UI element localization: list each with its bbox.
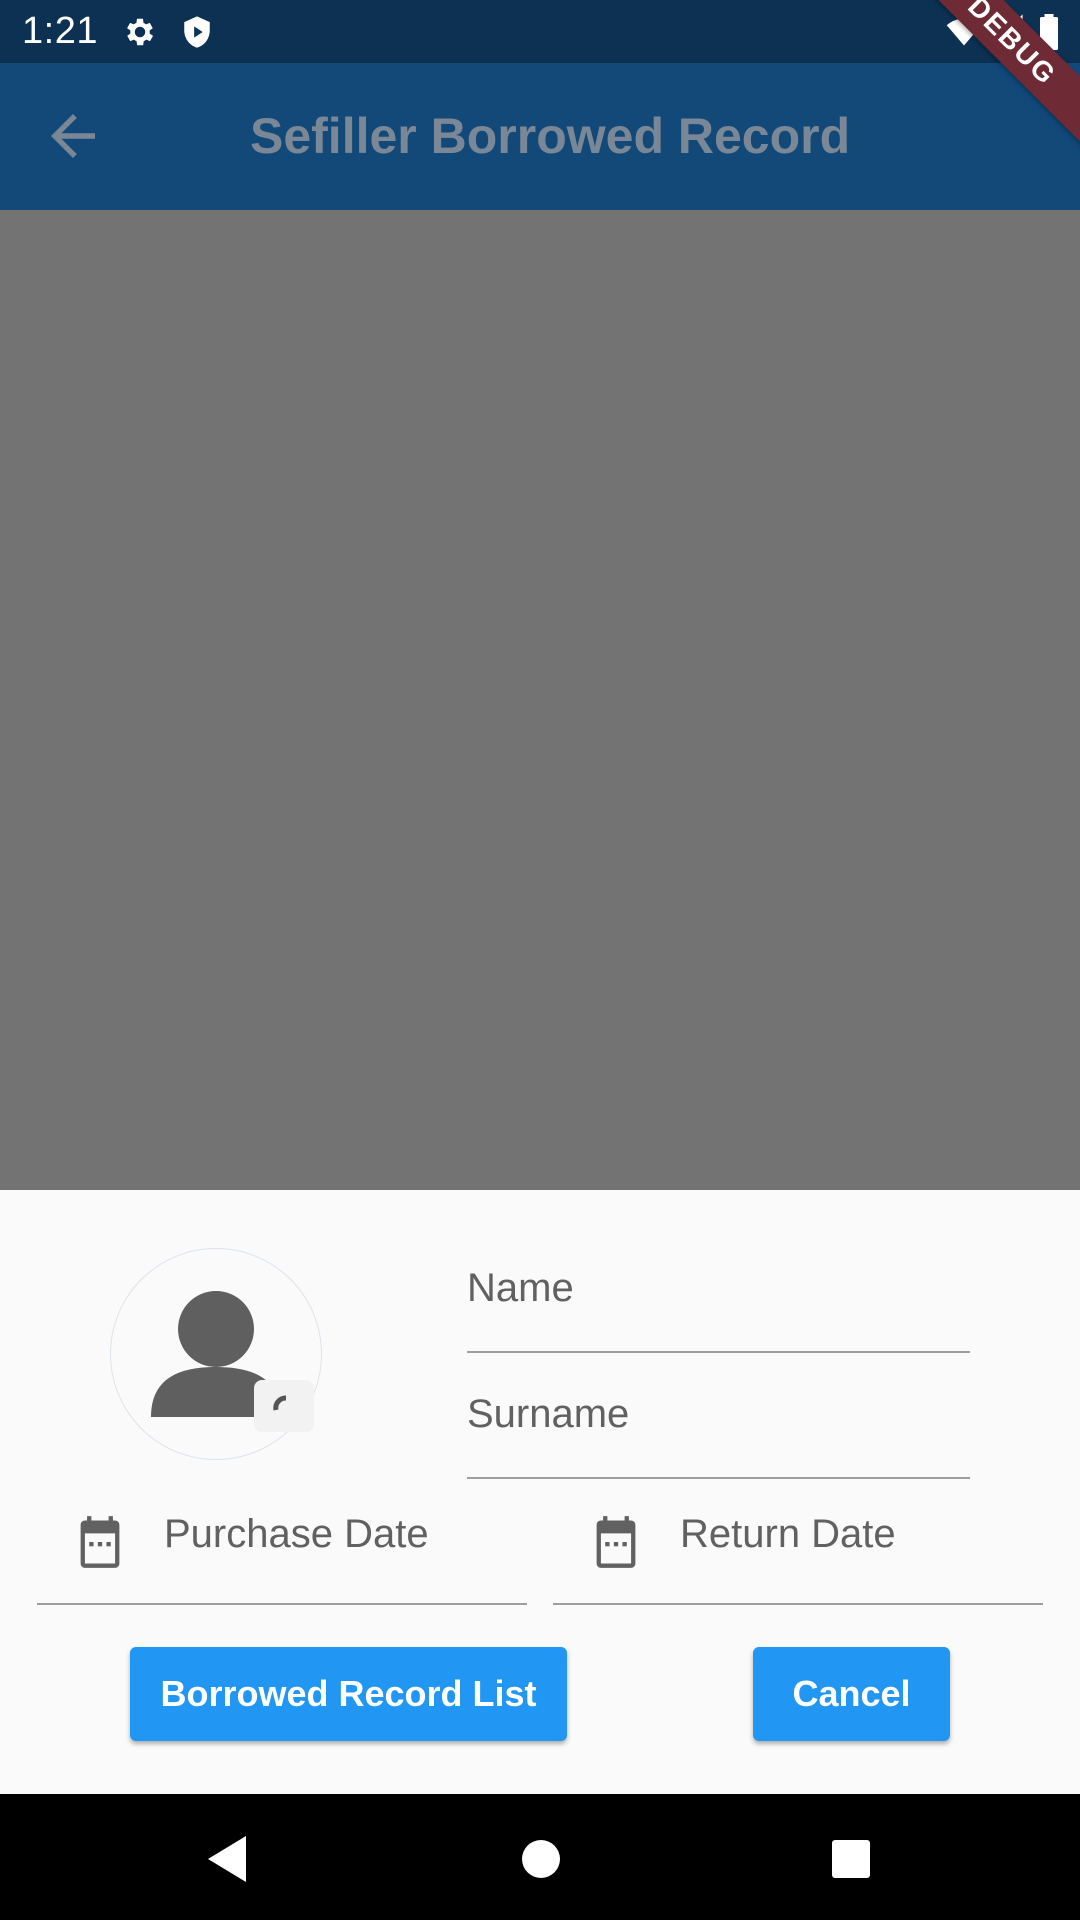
- calendar-icon[interactable]: [590, 1514, 642, 1570]
- recents-square-icon[interactable]: [830, 1834, 872, 1889]
- page-title: Sefiller Borrowed Record: [250, 108, 851, 164]
- name-field-underline: [467, 1351, 970, 1353]
- status-bar: 1:21: [0, 0, 1080, 63]
- surname-field[interactable]: Surname: [467, 1392, 629, 1437]
- modal-scrim[interactable]: [0, 210, 1080, 1190]
- gear-icon: [122, 14, 158, 55]
- borrowed-record-list-button[interactable]: Borrowed Record List: [130, 1647, 567, 1741]
- purchase-date-field[interactable]: Purchase Date: [164, 1512, 429, 1557]
- back-button[interactable]: [40, 103, 106, 169]
- shield-icon: [180, 14, 214, 55]
- bottom-sheet: Name Surname Purchase Date Return Date B…: [0, 1190, 1080, 1794]
- app-bar: Sefiller Borrowed Record: [0, 63, 1080, 210]
- home-circle-icon[interactable]: [520, 1834, 562, 1889]
- status-time: 1:21: [22, 10, 98, 52]
- wifi-icon: [944, 14, 984, 55]
- arrow-left-icon: [51, 114, 95, 158]
- calendar-icon[interactable]: [74, 1514, 126, 1570]
- name-field[interactable]: Name: [467, 1266, 574, 1311]
- system-nav-bar: [0, 1794, 1080, 1920]
- return-date-field[interactable]: Return Date: [680, 1512, 896, 1557]
- return-date-underline: [553, 1603, 1043, 1605]
- purchase-date-underline: [37, 1603, 527, 1605]
- signal-icon: [989, 14, 1024, 55]
- surname-field-underline: [467, 1477, 970, 1479]
- cancel-button[interactable]: Cancel: [753, 1647, 950, 1741]
- back-triangle-icon[interactable]: [204, 1834, 250, 1889]
- battery-icon: [1038, 14, 1060, 55]
- camera-icon[interactable]: [254, 1380, 314, 1432]
